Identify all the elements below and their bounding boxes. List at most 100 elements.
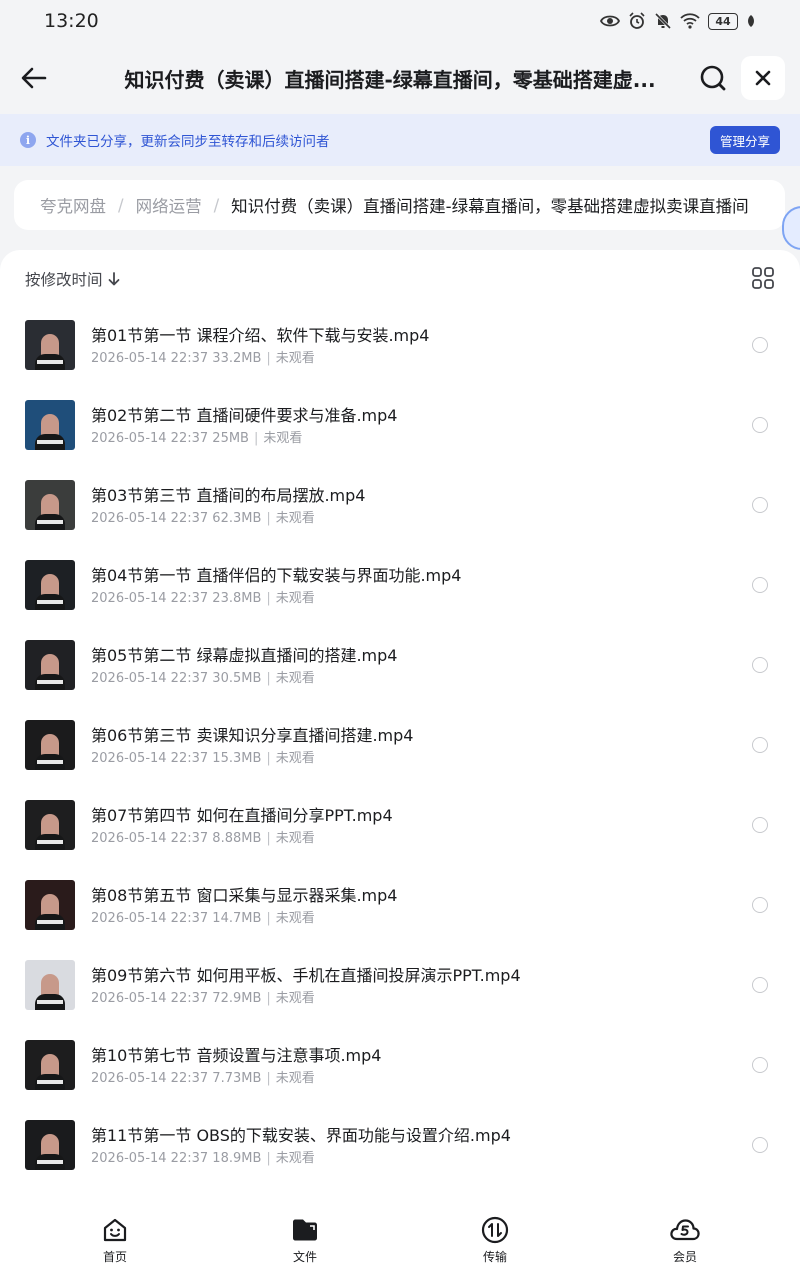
select-radio[interactable] (752, 897, 768, 913)
select-radio[interactable] (752, 1137, 768, 1153)
nav-item-home[interactable]: 首页 (20, 1200, 210, 1265)
wifi-icon (680, 13, 700, 29)
nav-item-vip[interactable]: 会员 (590, 1200, 780, 1265)
mute-icon (654, 12, 672, 30)
file-row[interactable]: 第08节第五节 窗口采集与显示器采集.mp4 2026-05-14 22:37 1… (0, 860, 800, 940)
file-name: 第03节第三节 直播间的布局摆放.mp4 (91, 486, 366, 505)
thumbnail-caption (37, 360, 63, 364)
thumbnail-caption (37, 1000, 63, 1004)
thumbnail-caption (37, 680, 63, 684)
select-radio[interactable] (752, 497, 768, 513)
sort-button[interactable]: 按修改时间 (25, 268, 120, 290)
file-name: 第07节第四节 如何在直播间分享PPT.mp4 (91, 806, 393, 825)
meta-separator: | (266, 911, 271, 926)
nav-label-files: 文件 (292, 1250, 317, 1264)
file-row[interactable]: 第06节第三节 卖课知识分享直播间搭建.mp4 2026-05-14 22:37 … (0, 700, 800, 780)
breadcrumb-item-current: 知识付费（卖课）直播间搭建-绿幕直播间，零基础搭建虚拟卖课直播间 (231, 197, 749, 216)
video-thumbnail (25, 1120, 75, 1170)
video-thumbnail (25, 560, 75, 610)
file-name: 第04节第一节 直播伴侣的下载安装与界面功能.mp4 (91, 566, 462, 585)
meta-separator: | (266, 591, 271, 606)
select-radio[interactable] (752, 577, 768, 593)
meta-separator: | (266, 1071, 271, 1086)
select-radio[interactable] (752, 337, 768, 353)
manage-share-button[interactable]: 管理分享 (710, 126, 780, 154)
file-row[interactable]: 第07节第四节 如何在直播间分享PPT.mp4 2026-05-14 22:37 … (0, 780, 800, 860)
watch-status: 未观看 (275, 351, 315, 366)
breadcrumb-item-root[interactable]: 夸克网盘 (40, 193, 106, 217)
select-radio[interactable] (752, 657, 768, 673)
file-date: 2026-05-14 22:37 (91, 591, 209, 606)
back-button[interactable] (18, 62, 50, 94)
eye-icon (600, 15, 620, 27)
file-date: 2026-05-14 22:37 (91, 831, 209, 846)
video-thumbnail (25, 320, 75, 370)
info-icon: i (20, 132, 36, 148)
file-row[interactable]: 第03节第三节 直播间的布局摆放.mp4 2026-05-14 22:37 62.… (0, 460, 800, 540)
breadcrumb-item-category[interactable]: 网络运营 (136, 193, 202, 217)
search-button[interactable] (697, 62, 729, 94)
file-meta: 2026-05-14 22:37 14.7MB | 未观看 (91, 907, 315, 926)
battery-icon: 44 (708, 12, 738, 30)
file-name: 第01节第一节 课程介绍、软件下载与安装.mp4 (91, 326, 430, 345)
vip-cloud-icon (670, 1219, 700, 1241)
thumbnail-caption (37, 600, 63, 604)
file-row[interactable]: 第10节第七节 音频设置与注意事项.mp4 2026-05-14 22:37 7.… (0, 1020, 800, 1100)
file-row[interactable]: 第02节第二节 直播间硬件要求与准备.mp4 2026-05-14 22:37 2… (0, 380, 800, 460)
watch-status: 未观看 (275, 671, 315, 686)
video-thumbnail (25, 720, 75, 770)
watch-status: 未观看 (275, 1071, 315, 1086)
meta-separator: | (266, 1151, 271, 1166)
file-meta: 2026-05-14 22:37 33.2MB | 未观看 (91, 347, 315, 366)
select-radio[interactable] (752, 817, 768, 833)
file-date: 2026-05-14 22:37 (91, 911, 209, 926)
file-name: 第06节第三节 卖课知识分享直播间搭建.mp4 (91, 726, 414, 745)
close-button[interactable] (741, 56, 785, 100)
video-thumbnail (25, 640, 75, 690)
file-meta: 2026-05-14 22:37 62.3MB | 未观看 (91, 507, 315, 526)
file-date: 2026-05-14 22:37 (91, 1071, 209, 1086)
thumbnail-caption (37, 1080, 63, 1084)
page-title: 知识付费（卖课）直播间搭建-绿幕直播间，零基础搭建虚... (124, 68, 656, 92)
file-row[interactable]: 第09节第六节 如何用平板、手机在直播间投屏演示PPT.mp4 2026-05-1… (0, 940, 800, 1020)
thumbnail-caption (37, 1160, 63, 1164)
video-thumbnail (25, 800, 75, 850)
select-radio[interactable] (752, 417, 768, 433)
meta-separator: | (266, 351, 271, 366)
file-name: 第08节第五节 窗口采集与显示器采集.mp4 (91, 886, 398, 905)
watch-status: 未观看 (275, 1151, 315, 1166)
file-date: 2026-05-14 22:37 (91, 991, 209, 1006)
status-icons: 44 (600, 12, 756, 30)
file-meta: 2026-05-14 22:37 18.9MB | 未观看 (91, 1147, 315, 1166)
status-time: 13:20 (44, 10, 99, 32)
file-row[interactable]: 第01节第一节 课程介绍、软件下载与安装.mp4 2026-05-14 22:37… (0, 300, 800, 380)
grid-view-button[interactable] (751, 266, 775, 290)
file-size: 23.8MB (212, 591, 262, 606)
file-size: 14.7MB (212, 911, 262, 926)
home-smile-icon (103, 1218, 127, 1242)
select-radio[interactable] (752, 1057, 768, 1073)
close-icon (755, 70, 771, 86)
watch-status: 未观看 (275, 911, 315, 926)
file-meta: 2026-05-14 22:37 23.8MB | 未观看 (91, 587, 315, 606)
select-radio[interactable] (752, 977, 768, 993)
file-size: 62.3MB (212, 511, 262, 526)
meta-separator: | (266, 751, 271, 766)
header: 知识付费（卖课）直播间搭建-绿幕直播间，零基础搭建虚... (0, 42, 800, 114)
bottom-nav: 首页 文件 传输 会员 (0, 1200, 800, 1280)
alarm-icon (629, 12, 645, 29)
file-row[interactable]: 第05节第二节 绿幕虚拟直播间的搭建.mp4 2026-05-14 22:37 3… (0, 620, 800, 700)
breadcrumb-separator: / (213, 195, 220, 215)
nav-item-transfer[interactable]: 传输 (400, 1200, 590, 1265)
file-row[interactable]: 第04节第一节 直播伴侣的下载安装与界面功能.mp4 2026-05-14 22:… (0, 540, 800, 620)
thumbnail-caption (37, 760, 63, 764)
status-bar: 13:20 44 (0, 0, 800, 42)
meta-separator: | (253, 431, 259, 446)
nav-item-files[interactable]: 文件 (210, 1200, 400, 1265)
file-size: 72.9MB (212, 991, 262, 1006)
video-thumbnail (25, 480, 75, 530)
file-row[interactable]: 第11节第一节 OBS的下载安装、界面功能与设置介绍.mp4 2026-05-14… (0, 1100, 800, 1180)
file-list: 第01节第一节 课程介绍、软件下载与安装.mp4 2026-05-14 22:37… (0, 300, 800, 1180)
file-meta: 2026-05-14 22:37 30.5MB | 未观看 (91, 667, 315, 686)
select-radio[interactable] (752, 737, 768, 753)
